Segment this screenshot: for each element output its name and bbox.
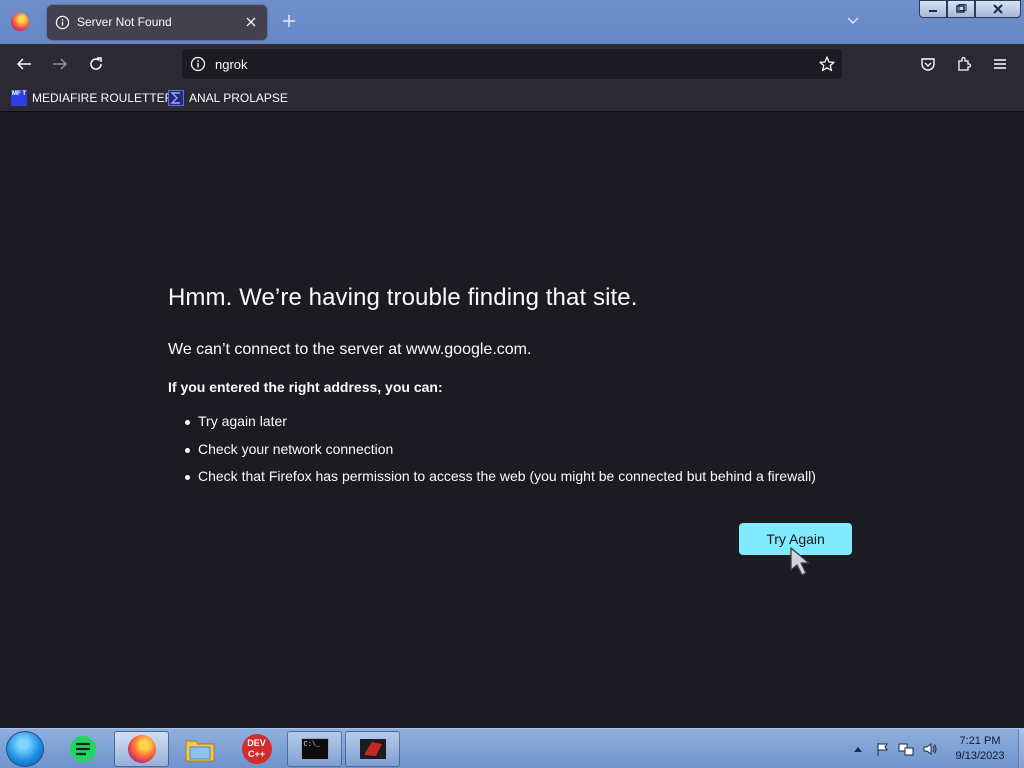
bookmark-star-icon[interactable]	[818, 55, 836, 73]
close-icon	[993, 4, 1003, 14]
back-icon[interactable]	[15, 56, 33, 72]
error-page: Hmm. We’re having trouble finding that s…	[0, 113, 1024, 728]
clock[interactable]: 7:21 PM 9/13/2023	[945, 734, 1015, 764]
forward-icon[interactable]	[51, 56, 69, 72]
bookmarks-toolbar: MF T MEDIAFIRE ROULETTER ANAL PROLAPSE	[0, 84, 1024, 112]
minimize-button[interactable]	[919, 0, 947, 18]
notepad-icon	[69, 736, 96, 762]
app-menu-icon[interactable]	[992, 56, 1008, 72]
close-window-button[interactable]	[975, 0, 1021, 18]
tab-title: Server Not Found	[77, 15, 172, 29]
tab-bar: Server Not Found	[0, 0, 1024, 44]
volume-icon[interactable]	[922, 741, 938, 757]
url-bar[interactable]: ngrok	[182, 49, 842, 79]
network-icon[interactable]	[898, 741, 914, 757]
window-controls	[919, 0, 1021, 18]
close-tab-icon[interactable]	[244, 15, 258, 29]
clock-time: 7:21 PM	[959, 735, 1001, 747]
url-text[interactable]: ngrok	[215, 57, 248, 72]
firefox-menu-icon[interactable]	[11, 13, 29, 31]
taskbar-command-prompt[interactable]: C:\_	[287, 731, 342, 767]
pocket-icon[interactable]	[920, 56, 936, 72]
clock-date: 9/13/2023	[955, 750, 1005, 762]
list-all-tabs-icon[interactable]	[845, 14, 861, 28]
bookmark-anal-prolapse[interactable]: ANAL PROLAPSE	[168, 90, 288, 106]
suggestion-item: Check that Firefox has permission to acc…	[185, 468, 816, 496]
command-prompt-icon: C:\_	[300, 738, 329, 760]
sigma-icon	[168, 90, 184, 106]
reload-icon[interactable]	[88, 56, 104, 72]
taskbar-devcpp[interactable]: DEV C++	[229, 731, 284, 767]
taskbar-notepad[interactable]	[55, 731, 110, 767]
action-center-flag-icon[interactable]	[875, 741, 891, 757]
bookmark-label: MEDIAFIRE ROULETTER	[32, 91, 174, 105]
site-info-icon[interactable]	[190, 56, 206, 72]
taskbar-game[interactable]	[345, 731, 400, 767]
tab-server-not-found[interactable]: Server Not Found	[47, 5, 267, 40]
taskbar: DEV C++ C:\_ 7:21 PM 9/13/2023	[0, 728, 1024, 768]
restore-button[interactable]	[947, 0, 975, 18]
minimize-icon	[929, 10, 937, 12]
error-subheading: If you entered the right address, you ca…	[168, 379, 443, 395]
taskbar-file-explorer[interactable]	[172, 731, 227, 767]
restore-icon	[956, 4, 967, 13]
browser-window: Server Not Found ngrok MF T MEDIAFIRE RO…	[0, 0, 1024, 768]
taskbar-firefox[interactable]	[114, 731, 169, 767]
new-tab-icon[interactable]	[281, 13, 297, 29]
bookmark-mediafire-rouletter[interactable]: MF T MEDIAFIRE ROULETTER	[11, 90, 173, 106]
suggestion-item: Check your network connection	[185, 441, 816, 469]
show-hidden-icons-icon[interactable]	[853, 745, 863, 753]
bookmark-label: ANAL PROLAPSE	[189, 91, 288, 105]
error-description: We can’t connect to the server at www.go…	[168, 341, 532, 358]
start-button[interactable]	[6, 731, 44, 767]
show-desktop-button[interactable]	[1018, 729, 1024, 768]
file-explorer-icon	[185, 740, 214, 762]
game-icon	[359, 739, 386, 759]
suggestion-list: Try again later Check your network conne…	[185, 413, 816, 496]
devcpp-icon: DEV C++	[241, 734, 272, 764]
info-icon	[55, 15, 70, 30]
firefox-icon	[127, 735, 156, 763]
navigation-toolbar: ngrok	[0, 44, 1024, 84]
mouse-cursor-icon	[790, 547, 810, 576]
mediafire-tool-icon: MF T	[11, 90, 27, 106]
error-title: Hmm. We’re having trouble finding that s…	[168, 284, 638, 311]
extensions-icon[interactable]	[956, 56, 972, 72]
suggestion-item: Try again later	[185, 413, 816, 441]
